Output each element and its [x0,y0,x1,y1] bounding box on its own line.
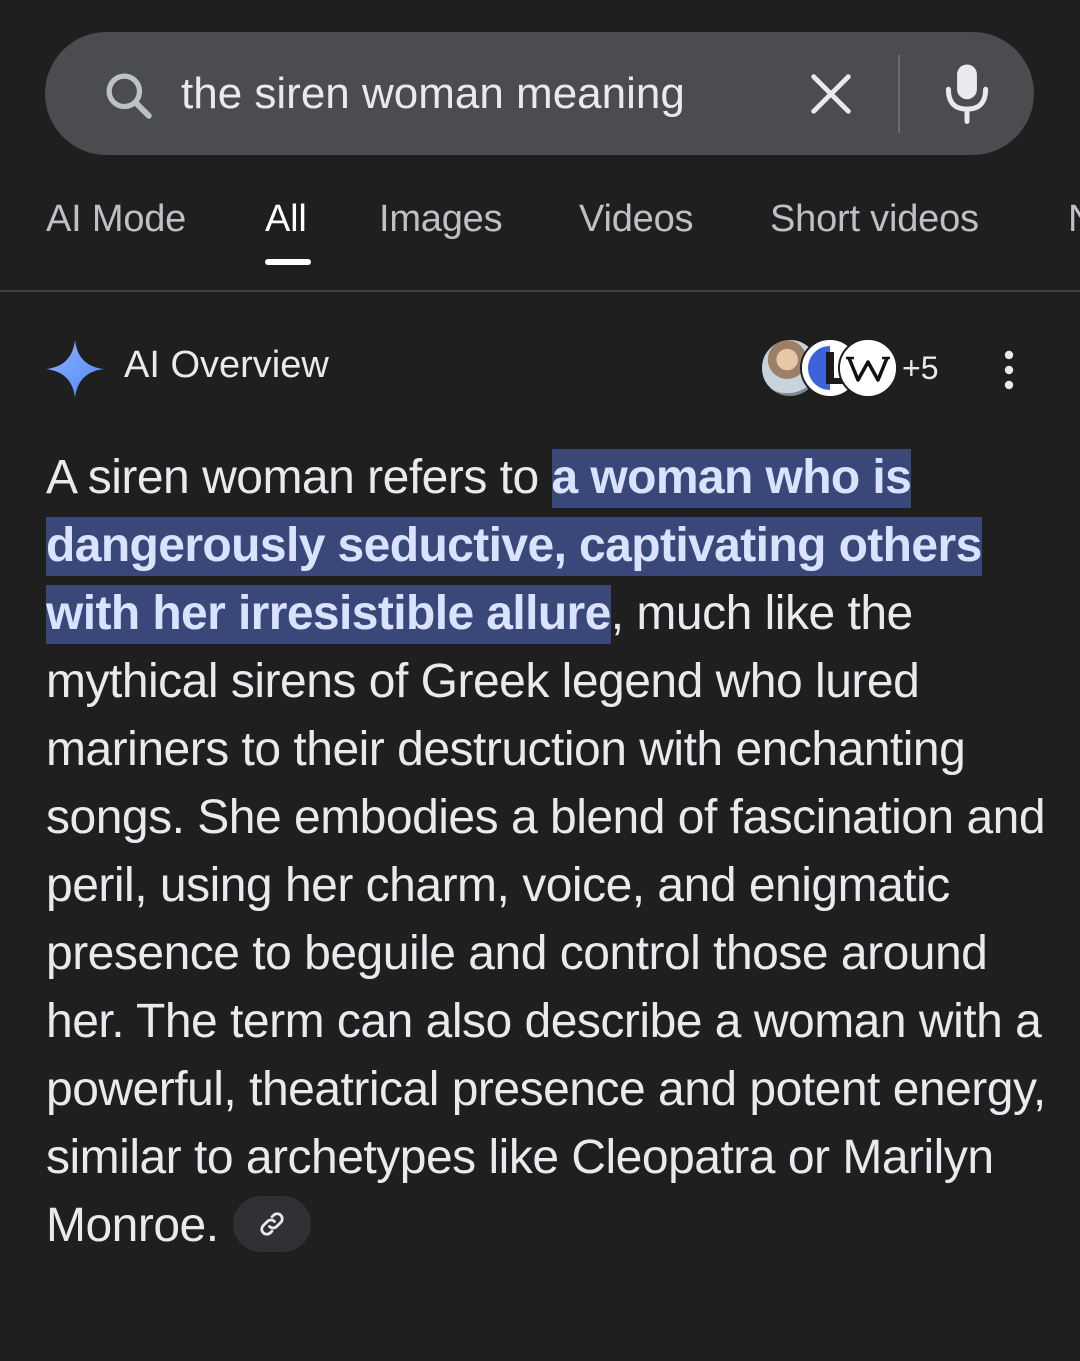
tab-short-videos[interactable]: Short videos [770,198,979,241]
more-sources-count[interactable]: +5 [902,350,938,387]
answer-text-intro: A siren woman refers to [46,451,552,504]
tab-more[interactable]: N [1068,198,1080,241]
tab-ai-mode[interactable]: AI Mode [46,198,186,241]
close-icon[interactable] [805,68,857,120]
search-input[interactable]: the siren woman meaning [181,32,685,155]
wikipedia-icon[interactable] [838,338,898,398]
link-icon [260,1212,284,1236]
tab-images[interactable]: Images [379,198,503,241]
mic-icon[interactable] [942,62,992,124]
answer-text-body: , much like the mythical sirens of Greek… [46,587,1046,1252]
tab-all[interactable]: All [265,198,307,241]
ai-overview-header: AI Overview +5 [0,330,1080,410]
search-divider [898,55,900,133]
search-tabs: AI Mode All Images Videos Short videos N [0,180,1080,292]
source-avatars[interactable] [760,338,900,400]
source-link-button[interactable] [232,1196,311,1253]
ai-overview-title: AI Overview [124,344,329,386]
more-options-icon[interactable] [996,348,1022,392]
search-bar[interactable]: the siren woman meaning [45,32,1034,155]
ai-overview-answer: A siren woman refers to a woman who is d… [46,444,1046,1260]
tab-videos[interactable]: Videos [579,198,694,241]
active-tab-indicator [265,259,311,265]
sparkle-icon [45,339,105,399]
search-icon[interactable] [101,68,157,124]
